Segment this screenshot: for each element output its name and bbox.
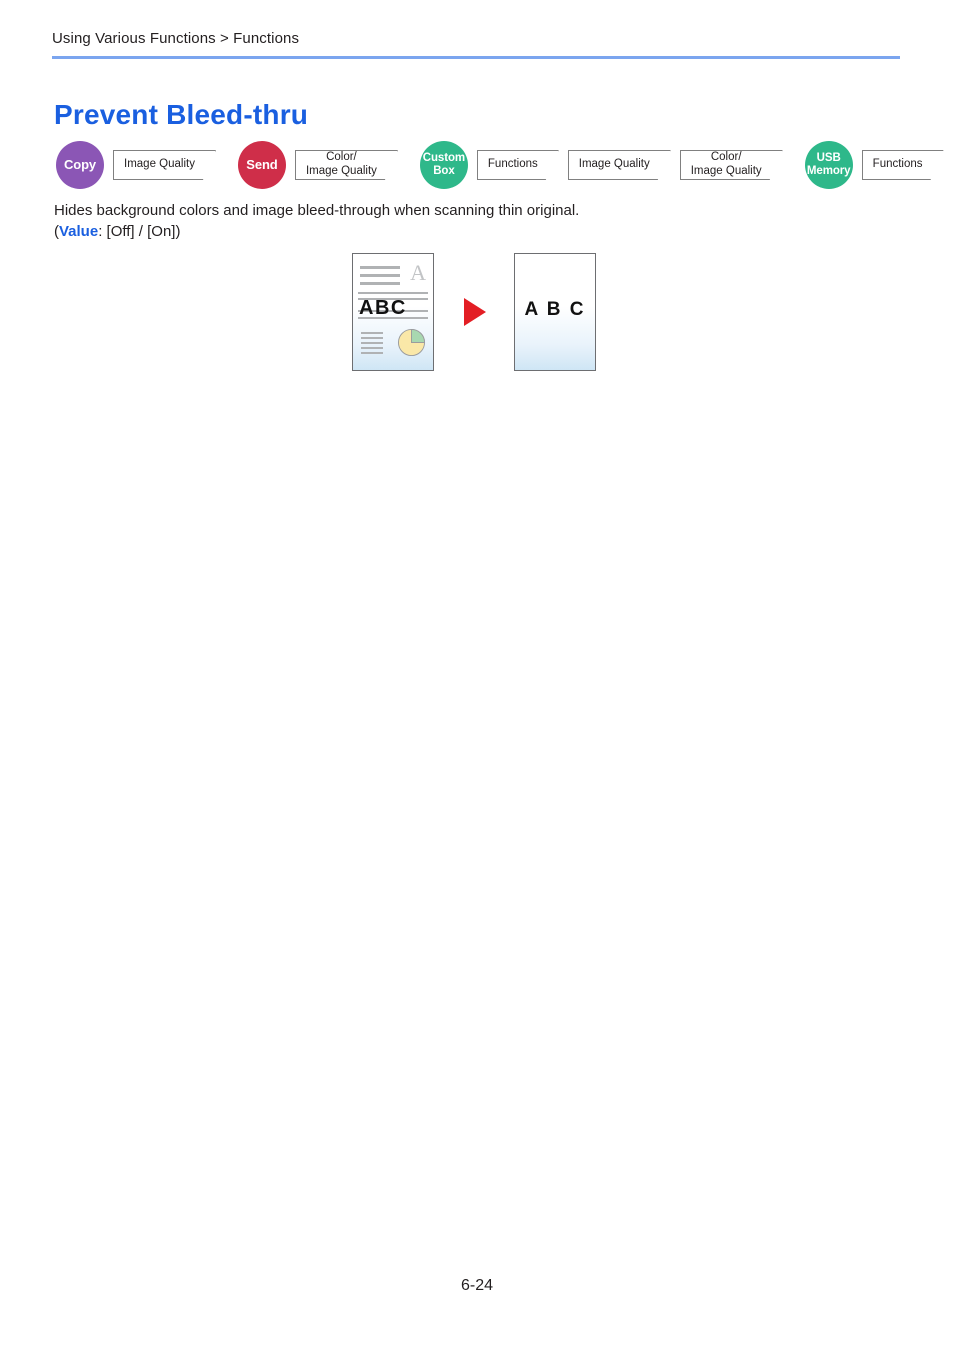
badge-group-custom-box: Custom Box Functions Image Quality Color… <box>419 141 783 189</box>
page-header: Using Various Functions > Functions <box>52 30 902 59</box>
mode-badge-line2: Memory <box>806 165 851 177</box>
badge-group-copy: Copy Image Quality <box>56 141 216 189</box>
source-document-page: A ABC <box>352 253 434 371</box>
bleed-line <box>361 332 383 334</box>
chip-label: Functions <box>487 158 538 171</box>
chip-usb-functions: Functions <box>862 150 944 180</box>
chip-label: Color/ Image Quality <box>306 151 377 178</box>
mode-badge-row: Copy Image Quality Send Color/ Image Qua… <box>56 140 944 190</box>
mode-badge-usb-memory: USB Memory <box>804 141 853 189</box>
header-divider <box>52 56 900 59</box>
chip-send-color-image-quality: Color/ Image Quality <box>295 150 398 180</box>
bleed-line <box>361 352 383 354</box>
chip-label: Functions <box>872 158 923 171</box>
chip-custombox-functions: Functions <box>477 150 559 180</box>
mode-badge-line1: Custom <box>422 152 466 165</box>
chip-label-line1: Color/ <box>710 151 742 164</box>
chip-custombox-color-image-quality: Color/ Image Quality <box>680 150 783 180</box>
mode-badge-custom-box-label: Custom Box <box>423 152 465 178</box>
mode-badge-line1: USB <box>816 152 841 165</box>
bleed-line <box>358 292 428 294</box>
page-number: 6-24 <box>460 1277 494 1294</box>
bleed-line <box>361 337 383 339</box>
mode-badge-copy-label: Copy <box>63 156 97 172</box>
pie-chart-icon <box>397 328 426 357</box>
chip-label-line2: Image Quality <box>305 165 377 177</box>
description-text: Hides background colors and image bleed-… <box>54 200 874 243</box>
value-options: : [Off] / [On]) <box>98 223 181 241</box>
mode-badge-custom-box: Custom Box <box>419 141 468 189</box>
before-after-illustration: A ABC A B C <box>352 252 612 372</box>
bleed-line <box>361 347 383 349</box>
chip-label: Image Quality <box>124 158 195 171</box>
bleed-line <box>360 266 400 269</box>
description-line-1: Hides background colors and image bleed-… <box>54 202 580 219</box>
chip-label-line1: Color/ <box>326 151 357 164</box>
mode-badge-send-label: Send <box>246 156 278 172</box>
chip-copy-image-quality: Image Quality <box>113 150 216 180</box>
chip-custombox-image-quality: Image Quality <box>568 150 671 180</box>
bleed-line <box>360 274 400 277</box>
faded-letter-a: A <box>410 260 426 285</box>
chip-label: Color/ Image Quality <box>691 151 762 178</box>
breadcrumb: Using Various Functions > Functions <box>52 30 300 47</box>
mode-badge-copy: Copy <box>56 141 104 189</box>
badge-group-send: Send Color/ Image Quality <box>237 141 398 189</box>
bleed-line <box>361 342 383 344</box>
mode-badge-send: Send <box>237 141 286 189</box>
result-page-text: A B C <box>524 299 586 320</box>
result-document-page: A B C <box>514 253 596 371</box>
chip-label: Image Quality <box>578 158 650 171</box>
chip-label-line2: Image Quality <box>690 165 762 177</box>
badge-group-usb-memory: USB Memory Functions <box>804 141 944 189</box>
triangle-right-icon <box>464 298 486 326</box>
page-title: Prevent Bleed-thru <box>54 98 309 130</box>
value-keyword: Value <box>59 223 99 241</box>
mode-badge-usb-memory-label: USB Memory <box>807 152 851 178</box>
description-line-2: (Value: [Off] / [On]) <box>54 221 874 242</box>
mode-badge-line2: Box <box>433 165 455 177</box>
page-footer: 6-24 <box>0 1277 954 1295</box>
source-page-text: ABC <box>359 297 407 319</box>
bleed-line <box>360 282 400 285</box>
